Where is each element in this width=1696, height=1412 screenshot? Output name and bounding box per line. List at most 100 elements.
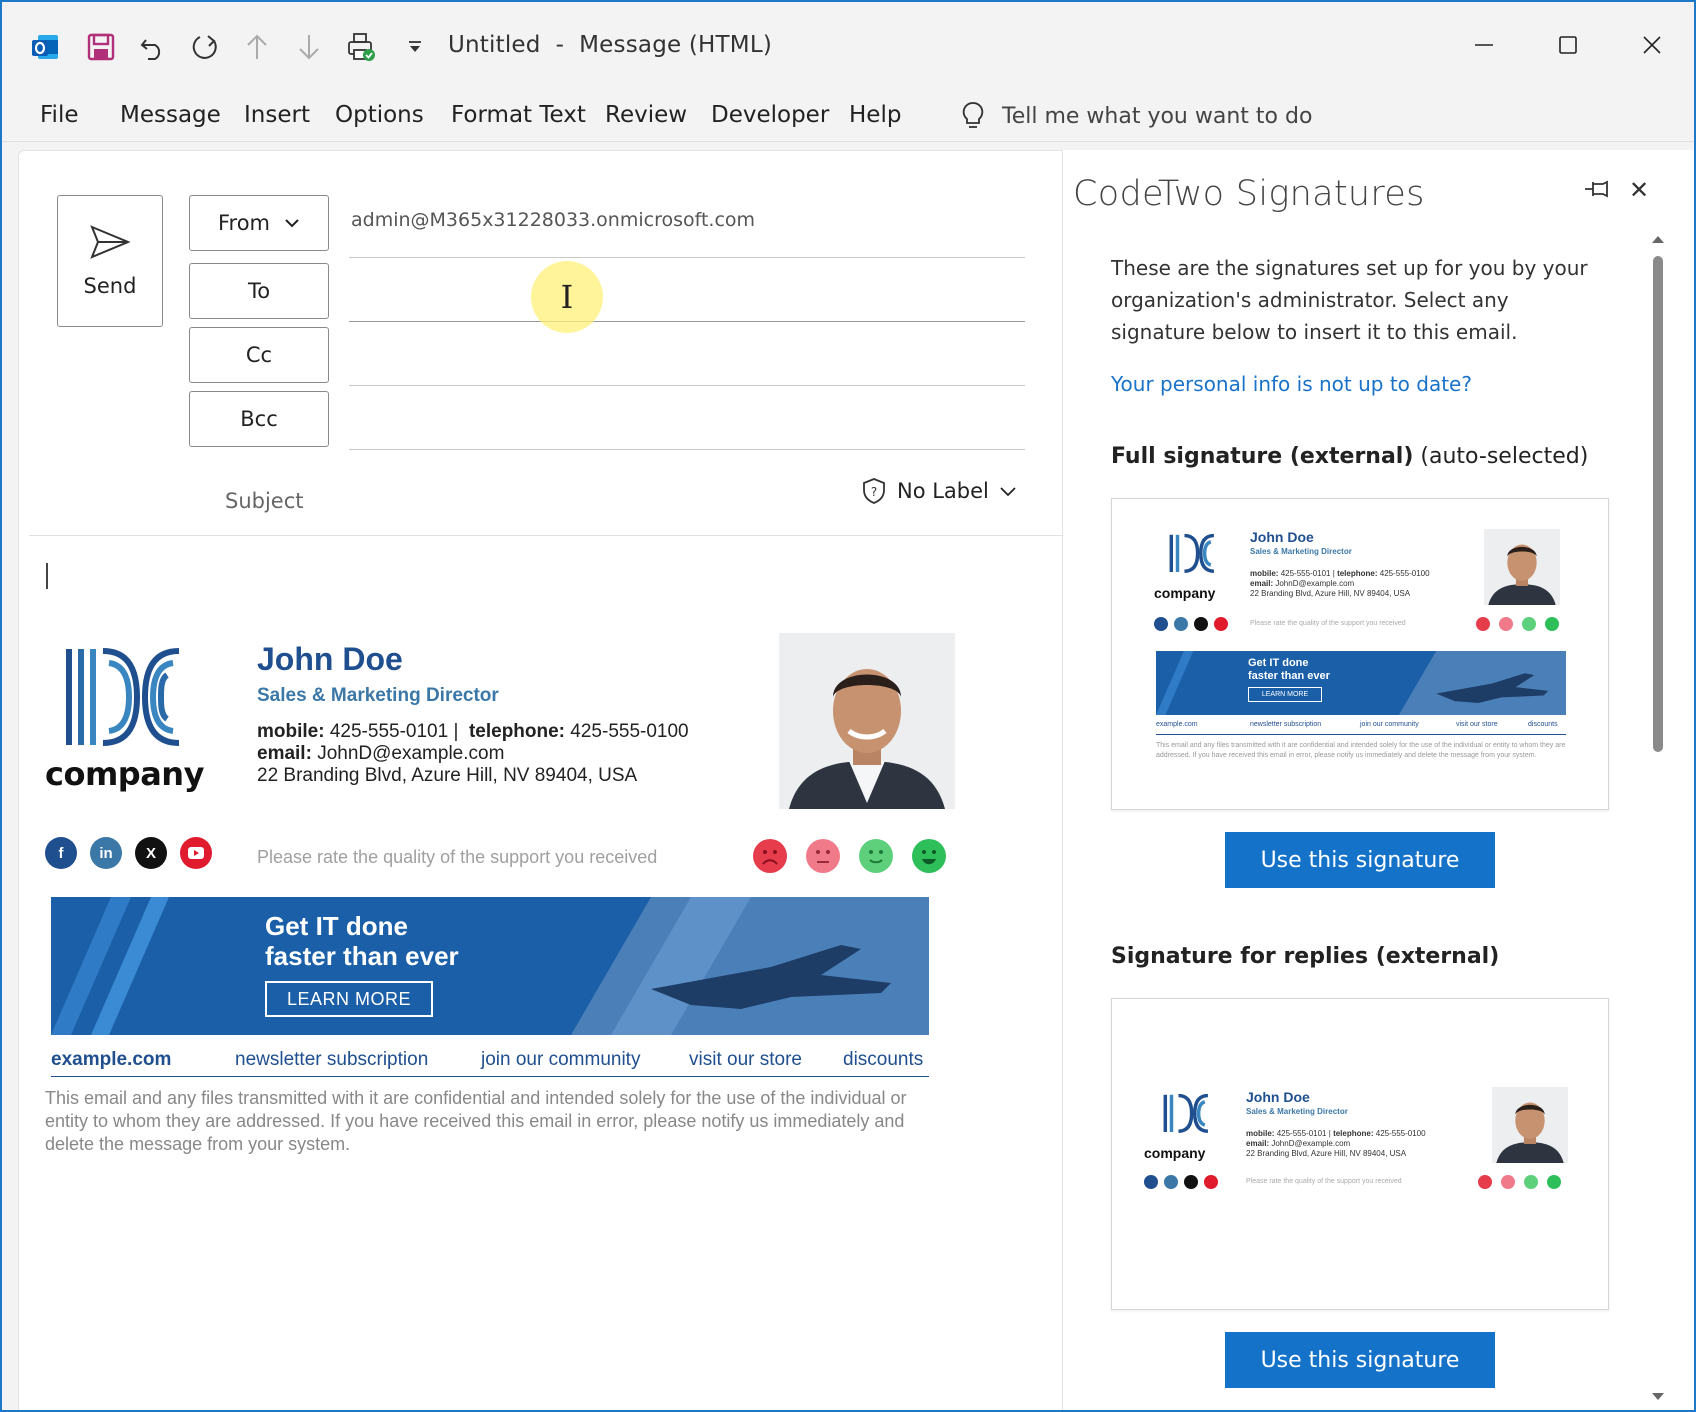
mini-learn-more: LEARN MORE bbox=[1248, 687, 1322, 702]
link-store[interactable]: visit our store bbox=[689, 1049, 802, 1071]
outlook-window: Untitled - Message (HTML) File Message I… bbox=[0, 0, 1696, 1412]
mini-rate-text: Please rate the quality of the support y… bbox=[1250, 620, 1406, 627]
mini-title-2: Sales & Marketing Director bbox=[1246, 1107, 1348, 1116]
send-label: Send bbox=[83, 274, 137, 298]
mini-youtube-icon-2 bbox=[1204, 1175, 1218, 1189]
mini-signature-replies: company John Doe Sales & Marketing Direc… bbox=[1112, 999, 1610, 1311]
mini-sep-2: | bbox=[1328, 1129, 1331, 1138]
link-example-com[interactable]: example.com bbox=[51, 1049, 171, 1071]
bcc-field[interactable] bbox=[349, 449, 1025, 450]
personal-info-link[interactable]: Your personal info is not up to date? bbox=[1111, 372, 1472, 396]
mini-tel-2: 425-555-0100 bbox=[1375, 1129, 1426, 1138]
mini-x-icon bbox=[1194, 617, 1208, 631]
to-field[interactable] bbox=[349, 321, 1025, 322]
arrow-down-icon[interactable] bbox=[286, 24, 332, 70]
header-separator bbox=[29, 535, 1065, 536]
unhappy-face-icon[interactable] bbox=[806, 839, 840, 873]
tell-me-text: Tell me what you want to do bbox=[1002, 103, 1313, 129]
tab-format-text[interactable]: Format Text bbox=[451, 102, 586, 128]
pane-intro: These are the signatures set up for you … bbox=[1111, 256, 1588, 344]
mini-face-4-icon-2 bbox=[1547, 1175, 1561, 1189]
mini-tel-label-2: telephone: bbox=[1333, 1129, 1374, 1138]
close-window-button[interactable] bbox=[1620, 20, 1684, 70]
customize-toolbar-icon[interactable] bbox=[392, 24, 438, 70]
print-preview-icon[interactable] bbox=[338, 24, 384, 70]
scroll-up-icon[interactable] bbox=[1651, 234, 1665, 244]
mini-logo-icon-2 bbox=[1163, 1093, 1209, 1133]
sensitivity-label: No Label bbox=[897, 479, 989, 503]
mini-facebook-icon-2 bbox=[1144, 1175, 1158, 1189]
minimize-button[interactable] bbox=[1452, 20, 1516, 70]
mini-email-2: email: JohnD@example.com bbox=[1246, 1139, 1350, 1148]
mini-face-2-icon-2 bbox=[1501, 1175, 1515, 1189]
scroll-down-icon[interactable] bbox=[1651, 1392, 1665, 1402]
save-icon[interactable] bbox=[78, 24, 124, 70]
mini-email-value-2: JohnD@example.com bbox=[1271, 1139, 1351, 1148]
use-signature-button-1[interactable]: Use this signature bbox=[1225, 832, 1495, 888]
window-title-doc: Untitled bbox=[448, 32, 541, 58]
title-bar: Untitled - Message (HTML) bbox=[2, 2, 1694, 90]
to-label: To bbox=[247, 279, 271, 303]
cc-button[interactable]: Cc bbox=[189, 327, 329, 383]
cc-label: Cc bbox=[245, 343, 273, 367]
from-label: From bbox=[217, 211, 271, 235]
linkedin-icon[interactable]: in bbox=[90, 837, 122, 869]
mini-address: 22 Branding Blvd, Azure Hill, NV 89404, … bbox=[1250, 589, 1411, 598]
tab-options[interactable]: Options bbox=[335, 102, 424, 128]
link-discounts[interactable]: discounts bbox=[843, 1049, 923, 1071]
sensitivity-dropdown[interactable]: ? No Label bbox=[861, 477, 1017, 505]
arrow-up-icon[interactable] bbox=[234, 24, 280, 70]
banner-line-2: faster than ever bbox=[265, 941, 459, 971]
tell-me-search[interactable]: Tell me what you want to do bbox=[960, 100, 1312, 132]
tab-developer[interactable]: Developer bbox=[711, 102, 829, 128]
telephone-label: telephone: bbox=[468, 721, 566, 742]
send-button[interactable]: Send bbox=[57, 195, 163, 327]
mini-rate-text-2: Please rate the quality of the support y… bbox=[1246, 1178, 1402, 1185]
pane-scrollbar[interactable] bbox=[1649, 234, 1667, 1404]
facebook-icon[interactable]: f bbox=[45, 837, 77, 869]
happy-face-icon[interactable] bbox=[859, 839, 893, 873]
mini-face-1-icon bbox=[1476, 617, 1490, 631]
link-community[interactable]: join our community bbox=[481, 1049, 640, 1071]
send-icon bbox=[90, 225, 131, 259]
close-pane-icon[interactable]: ✕ bbox=[1629, 176, 1649, 204]
chevron-down-icon bbox=[1000, 487, 1016, 497]
promo-banner[interactable]: Get IT done faster than ever LEARN MORE bbox=[51, 897, 929, 1035]
mini-banner-line1: Get IT done bbox=[1248, 657, 1309, 669]
maximize-button[interactable] bbox=[1536, 20, 1600, 70]
mini-facebook-icon bbox=[1154, 617, 1168, 631]
pin-icon[interactable] bbox=[1583, 178, 1613, 205]
tab-review[interactable]: Review bbox=[605, 102, 687, 128]
tab-insert[interactable]: Insert bbox=[244, 102, 310, 128]
redo-icon[interactable] bbox=[182, 24, 228, 70]
profile-photo bbox=[779, 633, 955, 809]
scroll-thumb[interactable] bbox=[1653, 256, 1663, 752]
x-icon[interactable]: X bbox=[135, 837, 167, 869]
cc-field[interactable] bbox=[349, 385, 1025, 386]
undo-icon[interactable] bbox=[130, 24, 176, 70]
from-divider bbox=[349, 257, 1025, 258]
link-newsletter[interactable]: newsletter subscription bbox=[235, 1049, 428, 1071]
use-signature-button-2[interactable]: Use this signature bbox=[1225, 1332, 1495, 1388]
section1-bold: Full signature (external) bbox=[1111, 444, 1414, 469]
signature-card-replies[interactable]: company John Doe Sales & Marketing Direc… bbox=[1111, 998, 1609, 1310]
mini-social bbox=[1154, 617, 1228, 631]
tab-message[interactable]: Message bbox=[120, 102, 221, 128]
mini-email-value: JohnD@example.com bbox=[1275, 579, 1355, 588]
mini-mobile-2: 425-555-0101 bbox=[1276, 1129, 1327, 1138]
from-button[interactable]: From bbox=[189, 195, 329, 251]
mini-name-2: John Doe bbox=[1246, 1089, 1310, 1105]
to-button[interactable]: To bbox=[189, 263, 329, 319]
very-happy-face-icon[interactable] bbox=[912, 839, 946, 873]
youtube-icon[interactable] bbox=[180, 837, 212, 869]
rating-prompt: Please rate the quality of the support y… bbox=[257, 847, 658, 867]
learn-more-button[interactable]: LEARN MORE bbox=[265, 981, 433, 1017]
very-unhappy-face-icon[interactable] bbox=[753, 839, 787, 873]
bcc-button[interactable]: Bcc bbox=[189, 391, 329, 447]
tab-help[interactable]: Help bbox=[849, 102, 901, 128]
mini-face-3-icon bbox=[1522, 617, 1536, 631]
mini-photo-2 bbox=[1492, 1087, 1568, 1163]
mini-sep: | bbox=[1332, 569, 1335, 578]
tab-file[interactable]: File bbox=[40, 102, 79, 128]
signature-card-full[interactable]: company John Doe Sales & Marketing Direc… bbox=[1111, 498, 1609, 810]
